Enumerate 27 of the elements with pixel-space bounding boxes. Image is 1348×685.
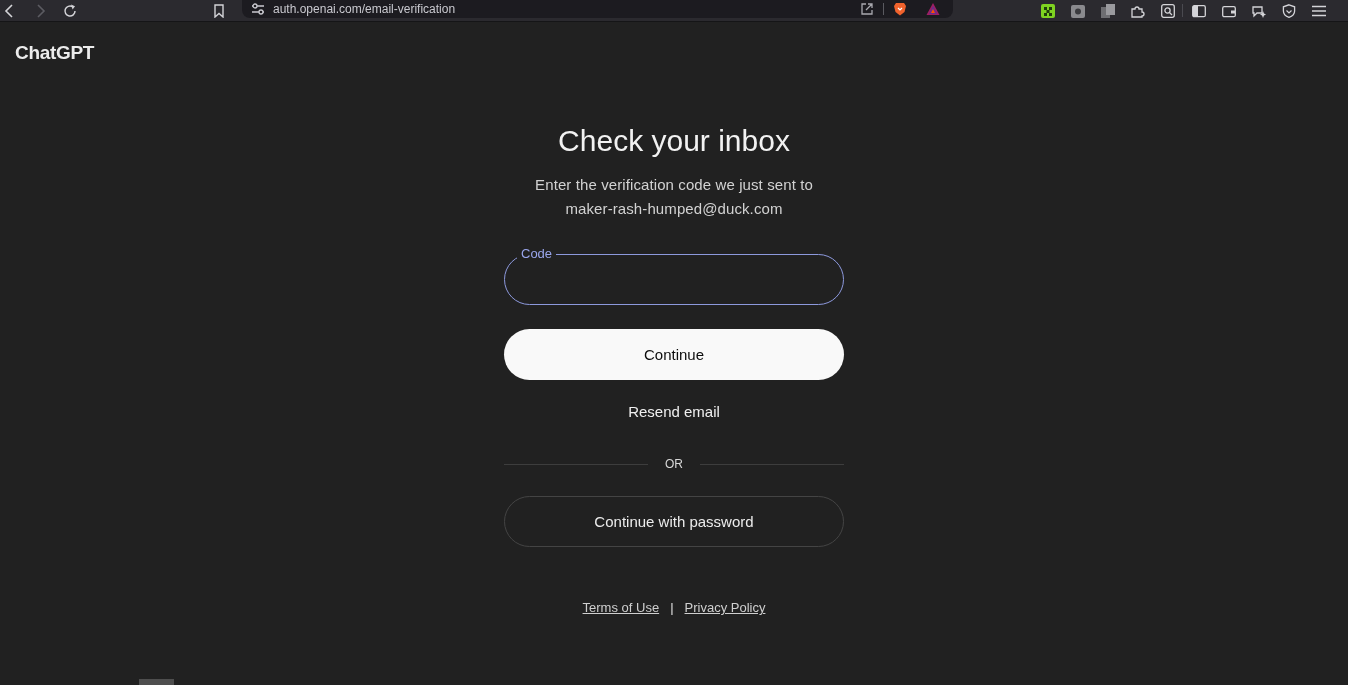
chat-sparkle-icon[interactable] [1252, 3, 1266, 18]
bookmark-icon[interactable] [212, 3, 226, 18]
triangle-icon[interactable] [926, 2, 940, 16]
menu-icon[interactable] [1312, 3, 1326, 18]
puzzle-icon[interactable] [1131, 3, 1145, 18]
reload-icon[interactable] [63, 3, 77, 18]
logo-text: ChatGPT [15, 42, 95, 64]
sliders-icon[interactable] [251, 2, 265, 16]
instruction-text: Enter the verification code we just sent to maker-rash-humped@duck.com [535, 175, 813, 219]
scrollbar-thumb[interactable] [139, 679, 174, 685]
shield-icon[interactable] [893, 2, 907, 16]
link-separator: | [670, 599, 674, 617]
resend-email-link[interactable]: Resend email [628, 402, 720, 422]
search-icon[interactable] [1161, 3, 1175, 18]
wallet-icon[interactable] [1222, 3, 1236, 18]
sidebar-icon[interactable] [1192, 3, 1206, 18]
divider-text: OR [664, 457, 684, 471]
share-icon[interactable] [860, 2, 874, 16]
grid-icon[interactable] [1041, 3, 1055, 18]
terms-link[interactable]: Terms of Use [582, 598, 660, 618]
shield-icon[interactable] [1282, 3, 1296, 18]
privacy-link[interactable]: Privacy Policy [684, 598, 766, 618]
continue-button[interactable]: Continue [504, 329, 844, 380]
page-title: Check your inbox [558, 123, 790, 159]
address-bar[interactable]: auth.openai.com/email-verification [242, 0, 953, 18]
camera-icon[interactable] [1071, 3, 1085, 18]
stacked-squares-icon[interactable] [1101, 3, 1115, 18]
